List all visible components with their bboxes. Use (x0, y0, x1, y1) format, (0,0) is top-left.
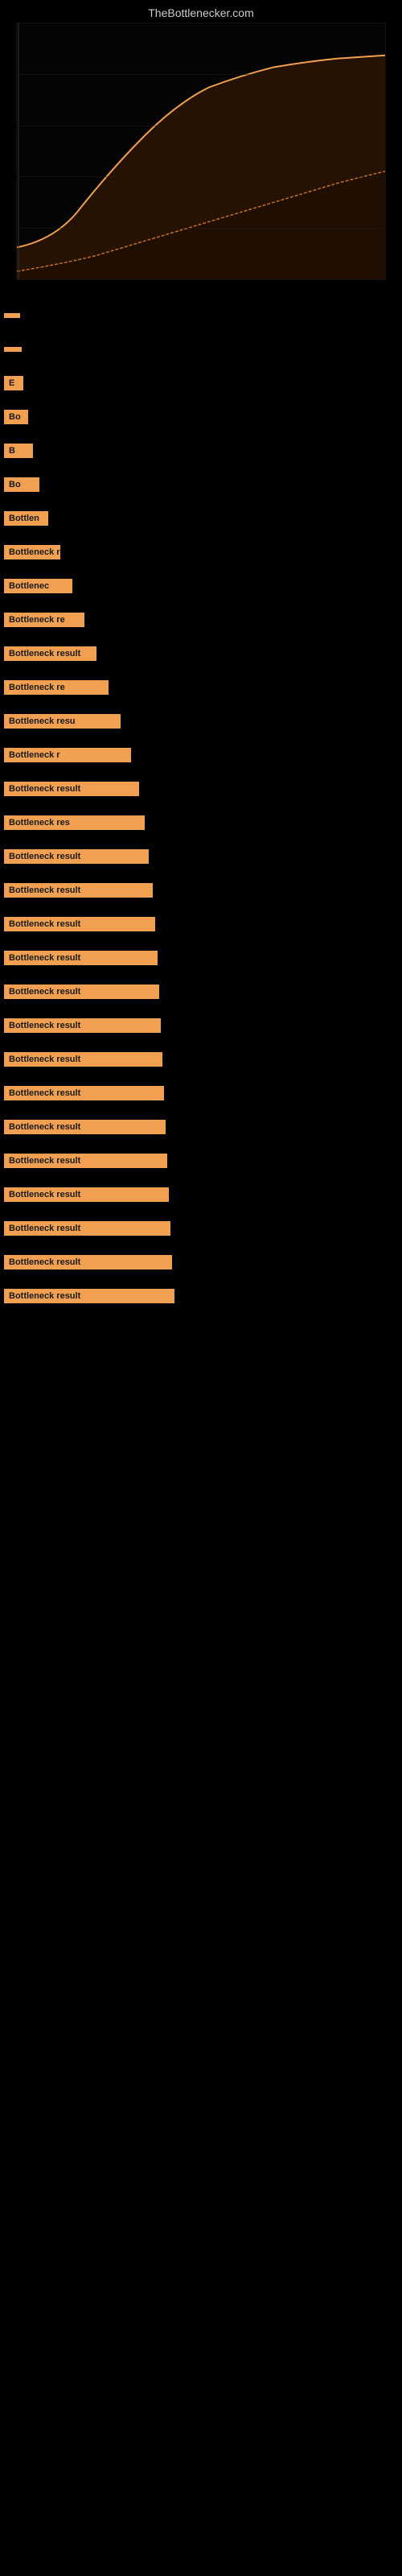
result-bar: Bottleneck result (4, 646, 96, 661)
result-row: Bottleneck result (4, 947, 398, 969)
result-row: Bottleneck result (4, 1116, 398, 1138)
result-row: Bottleneck r (4, 744, 398, 766)
result-row: Bottleneck re (4, 609, 398, 631)
result-bar: Bottleneck result (4, 1018, 161, 1033)
result-row: Bottleneck result (4, 1183, 398, 1206)
result-bar: Bottleneck resu (4, 714, 121, 729)
result-bar: Bottleneck re (4, 680, 109, 695)
result-bar: Bottleneck r (4, 545, 60, 559)
result-row: Bottleneck resu (4, 710, 398, 733)
result-row: Bottleneck result (4, 1150, 398, 1172)
site-title: TheBottlenecker.com (0, 0, 402, 23)
result-bar: B (4, 444, 33, 458)
result-row: Bo (4, 473, 398, 496)
result-bar: Bottleneck result (4, 849, 149, 864)
result-row: E (4, 372, 398, 394)
result-bar: Bottleneck res (4, 815, 145, 830)
result-bar: Bottleneck result (4, 917, 155, 931)
result-row: Bottleneck result (4, 1217, 398, 1240)
result-row: Bottleneck result (4, 1082, 398, 1104)
result-bar (4, 347, 22, 352)
result-row (4, 338, 398, 361)
result-bar: Bottleneck result (4, 951, 158, 965)
result-bar: Bottleneck result (4, 782, 139, 796)
result-row: Bottleneck result (4, 879, 398, 902)
result-bar: Bottlenec (4, 579, 72, 593)
result-bar: Bottleneck re (4, 613, 84, 627)
result-row: Bottleneck result (4, 1014, 398, 1037)
result-row: Bottleneck r (4, 541, 398, 564)
result-row: Bottleneck result (4, 1251, 398, 1274)
result-row: B (4, 440, 398, 462)
result-bar: Bottleneck result (4, 1086, 164, 1100)
result-row: Bottleneck result (4, 1048, 398, 1071)
result-bar: Bottleneck result (4, 1052, 162, 1067)
result-bar: Bottleneck result (4, 883, 153, 898)
result-bar: Bo (4, 477, 39, 492)
result-bar: Bottleneck result (4, 1154, 167, 1168)
chart-container (16, 23, 386, 280)
result-row: Bottleneck result (4, 642, 398, 665)
result-row: Bottleneck result (4, 778, 398, 800)
result-bar: Bottleneck result (4, 1187, 169, 1202)
result-bar: Bottleneck result (4, 1221, 170, 1236)
result-row: Bottleneck result (4, 1285, 398, 1307)
result-row: Bottleneck res (4, 811, 398, 834)
result-bar: Bottleneck result (4, 1255, 172, 1269)
result-bar: Bottleneck result (4, 985, 159, 999)
results-container: E Bo B Bo Bottlen Bottleneck r Bottlenec… (0, 288, 402, 1307)
result-row: Bottleneck re (4, 676, 398, 699)
result-bar: Bottleneck result (4, 1289, 174, 1303)
result-bar: Bottlen (4, 511, 48, 526)
result-bar (4, 313, 20, 318)
result-row: Bottleneck result (4, 845, 398, 868)
result-bar: Bo (4, 410, 28, 424)
result-bar: Bottleneck r (4, 748, 131, 762)
result-row: Bottlen (4, 507, 398, 530)
result-row: Bottlenec (4, 575, 398, 597)
result-row: Bottleneck result (4, 980, 398, 1003)
result-row (4, 304, 398, 327)
result-bar: Bottleneck result (4, 1120, 166, 1134)
result-bar: E (4, 376, 23, 390)
result-row: Bo (4, 406, 398, 428)
result-row: Bottleneck result (4, 913, 398, 935)
